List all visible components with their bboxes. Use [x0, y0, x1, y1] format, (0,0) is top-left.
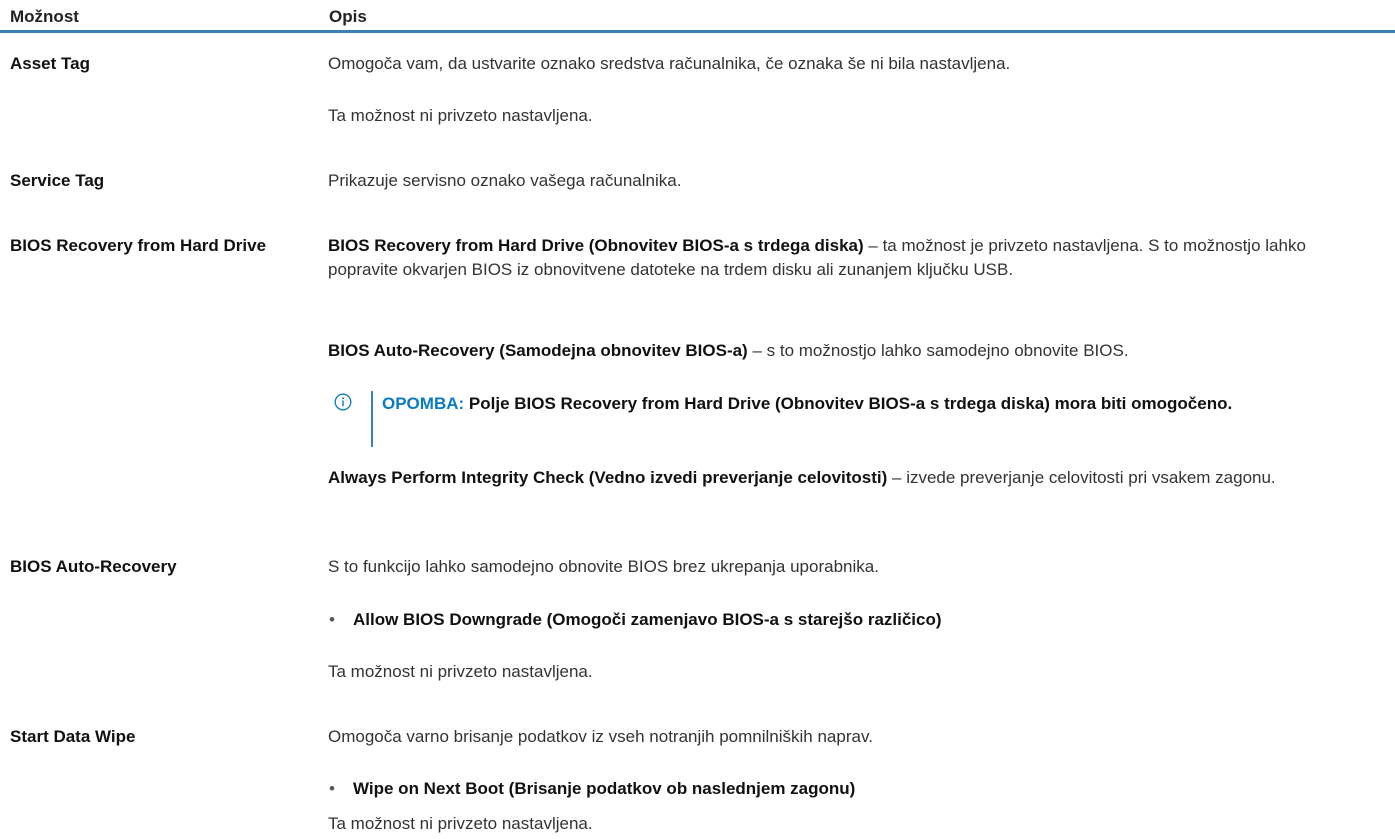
table-header: Možnost Opis — [0, 0, 1395, 30]
note-box: OPOMBA: Polje BIOS Recovery from Hard Dr… — [334, 391, 1389, 447]
data-wipe-description: Omogoča varno brisanje podatkov iz vseh … — [328, 727, 873, 746]
option-bios-auto-recovery: BIOS Auto-Recovery — [10, 557, 177, 576]
integrity-check-description: Always Perform Integrity Check (Vedno iz… — [328, 466, 1388, 490]
allow-bios-downgrade-label: Allow BIOS Downgrade (Omogoči zamenjavo … — [353, 610, 942, 629]
integrity-check-text: – izvede preverjanje celovitosti pri vsa… — [887, 468, 1276, 487]
info-icon — [334, 393, 352, 411]
bios-auto-recovery-text: – s to možnostjo lahko samodejno obnovit… — [747, 341, 1129, 360]
bios-recovery-term: BIOS Recovery from Hard Drive (Obnovitev… — [328, 236, 864, 255]
auto-recovery-default-note: Ta možnost ni privzeto nastavljena. — [328, 662, 593, 681]
note-body: Polje BIOS Recovery from Hard Drive (Obn… — [464, 394, 1233, 413]
data-wipe-default-note: Ta možnost ni privzeto nastavljena. — [328, 814, 593, 833]
data-wipe-bullet: • Wipe on Next Boot (Brisanje podatkov ob… — [329, 777, 855, 801]
integrity-check-term: Always Perform Integrity Check (Vedno iz… — [328, 468, 888, 487]
option-start-data-wipe: Start Data Wipe — [10, 727, 136, 746]
wipe-on-next-boot-label: Wipe on Next Boot (Brisanje podatkov ob … — [353, 779, 856, 798]
column-header-description: Opis — [329, 7, 367, 26]
option-bios-recovery-hard-drive: BIOS Recovery from Hard Drive — [10, 236, 267, 255]
asset-tag-description: Omogoča vam, da ustvarite oznako sredstv… — [328, 54, 1011, 73]
auto-recovery-bullet: • Allow BIOS Downgrade (Omogoči zamenjavo… — [329, 608, 942, 632]
option-service-tag: Service Tag — [10, 171, 105, 190]
note-divider — [371, 391, 373, 447]
option-asset-tag: Asset Tag — [10, 54, 90, 73]
bios-options-table: Možnost Opis Asset Tag Omogoča vam, da u… — [0, 0, 1395, 839]
note-text: OPOMBA: Polje BIOS Recovery from Hard Dr… — [382, 391, 1382, 416]
bios-auto-recovery-description: BIOS Auto-Recovery (Samodejna obnovitev … — [328, 339, 1388, 363]
bullet-dot: • — [329, 779, 335, 798]
bullet-dot: • — [329, 610, 335, 629]
column-header-option: Možnost — [10, 7, 79, 26]
auto-recovery-description: S to funkcijo lahko samodejno obnovite B… — [328, 557, 879, 576]
note-label: OPOMBA: — [382, 394, 465, 413]
asset-tag-default-note: Ta možnost ni privzeto nastavljena. — [328, 106, 593, 125]
service-tag-description: Prikazuje servisno oznako vašega računal… — [328, 171, 682, 190]
bios-auto-recovery-term: BIOS Auto-Recovery (Samodejna obnovitev … — [328, 341, 748, 360]
bios-recovery-description: BIOS Recovery from Hard Drive (Obnovitev… — [328, 234, 1328, 282]
header-rule — [0, 30, 1395, 33]
